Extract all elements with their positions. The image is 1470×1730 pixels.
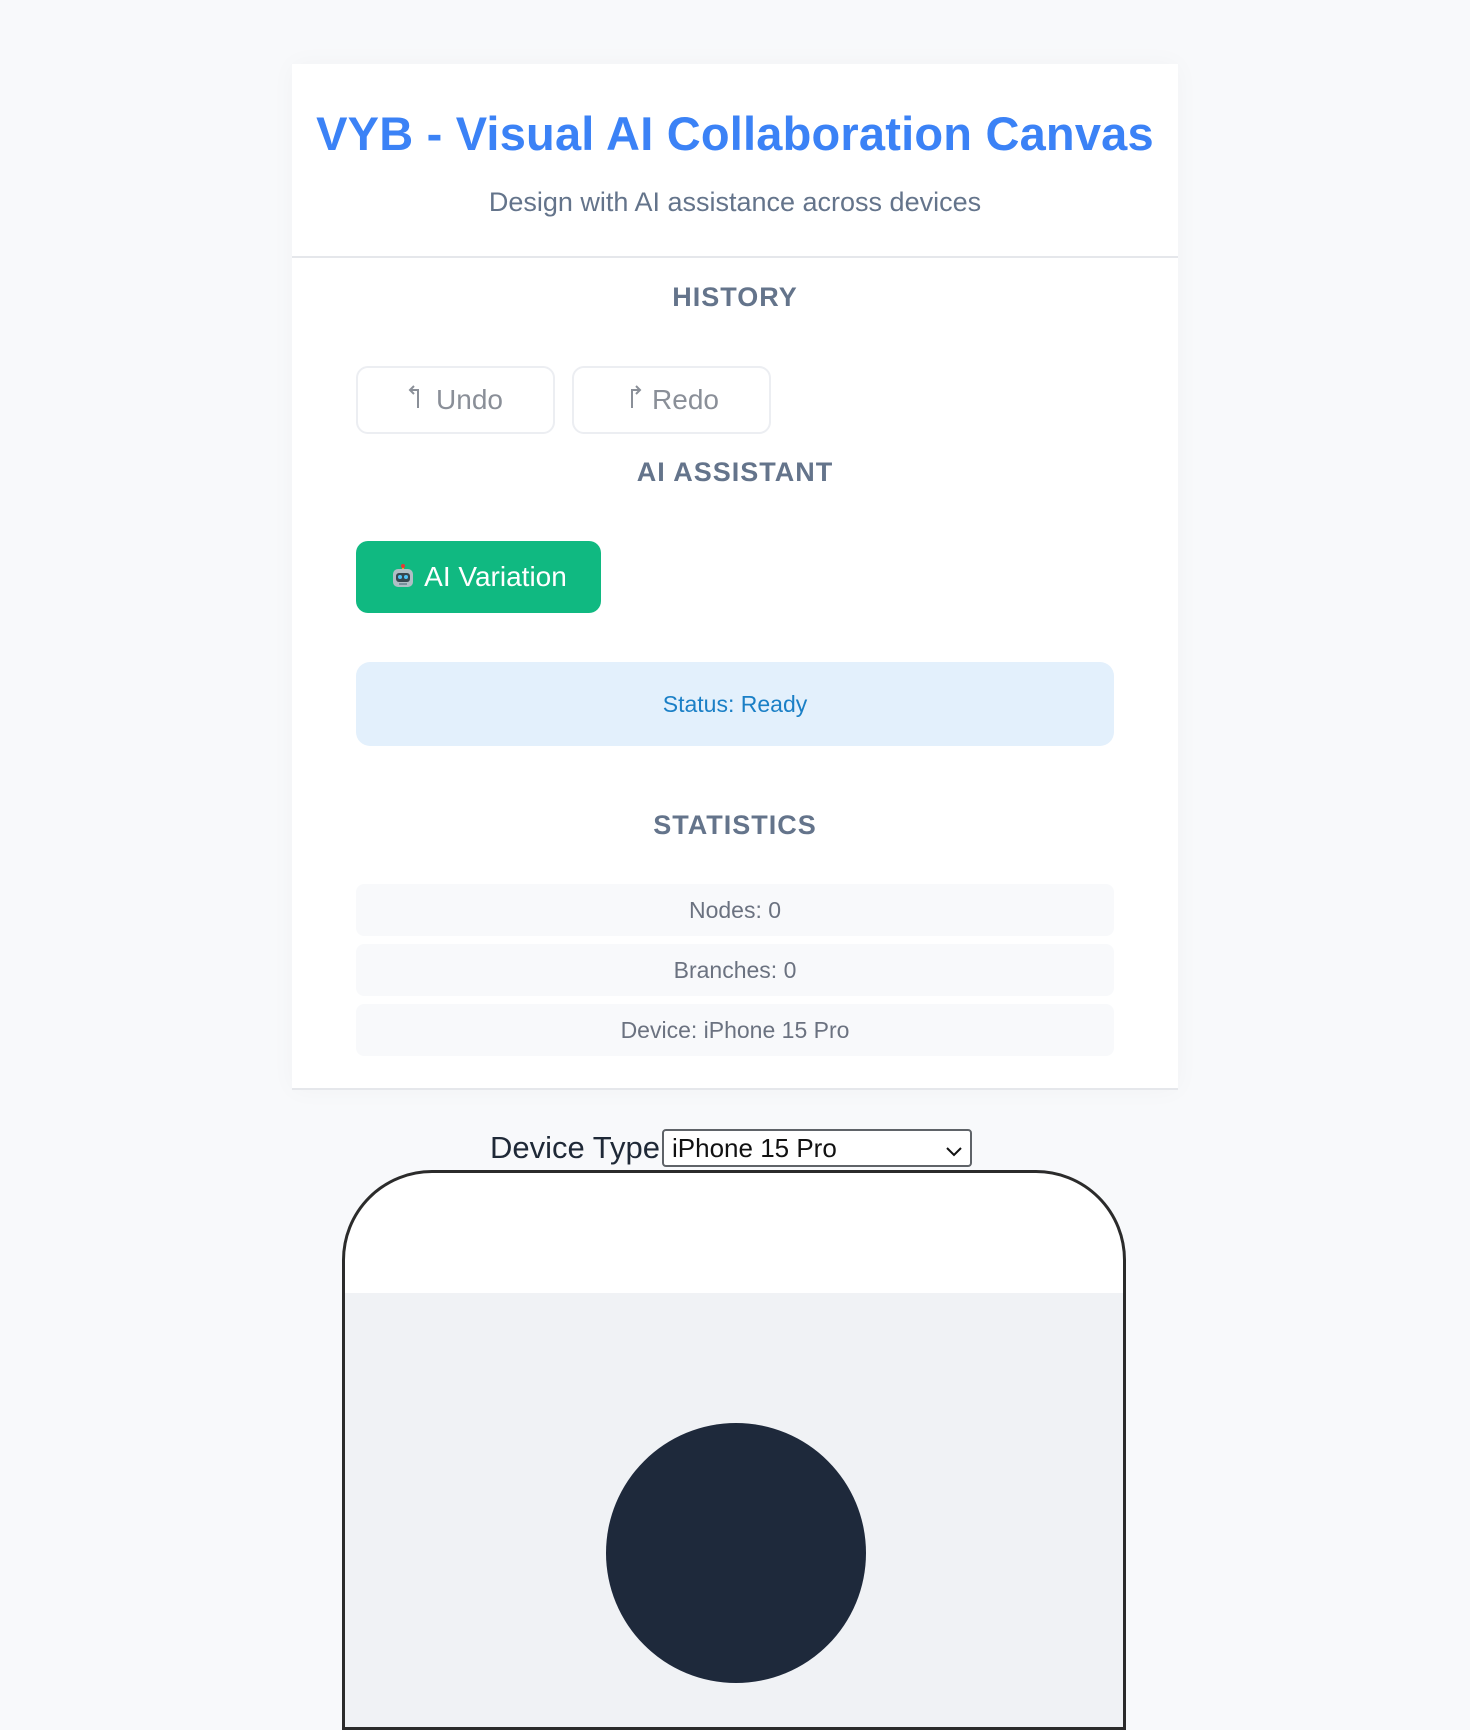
device-type-label: Device Type — [490, 1130, 661, 1165]
stat-branches: Branches: 0 — [356, 944, 1114, 996]
page-title: VYB - Visual AI Collaboration Canvas — [316, 107, 1154, 160]
panel-header: VYB - Visual AI Collaboration Canvas Des… — [292, 64, 1178, 258]
undo-button[interactable]: Undo — [356, 366, 555, 434]
redo-label: Redo — [652, 384, 719, 415]
chevron-down-icon — [946, 1133, 962, 1164]
ai-variation-label: AI Variation — [424, 561, 567, 592]
device-type-select[interactable]: iPhone 15 Pro — [662, 1129, 973, 1167]
history-heading: HISTORY — [672, 282, 798, 312]
statistics-heading: STATISTICS — [653, 810, 817, 840]
robot-icon — [390, 564, 416, 590]
stat-nodes: Nodes: 0 — [356, 884, 1114, 936]
page-subtitle: Design with AI assistance across devices — [488, 187, 982, 217]
redo-button[interactable]: Redo — [572, 366, 771, 434]
device-select-value: iPhone 15 Pro — [672, 1132, 837, 1163]
redo-arrow-icon — [624, 384, 642, 417]
panel-divider — [292, 1088, 1178, 1090]
undo-label: Undo — [436, 384, 503, 415]
canvas-area[interactable] — [345, 1293, 1123, 1727]
canvas-node[interactable] — [606, 1423, 866, 1683]
device-picker: Device Type iPhone 15 Pro — [490, 1128, 973, 1168]
device-frame — [342, 1170, 1126, 1730]
status-indicator: Status: Ready — [356, 662, 1114, 746]
stat-device: Device: iPhone 15 Pro — [356, 1004, 1114, 1056]
ai-variation-button[interactable]: AI Variation — [356, 541, 601, 613]
ai-assistant-heading: AI ASSISTANT — [636, 457, 834, 487]
undo-arrow-icon — [408, 384, 426, 417]
control-panel: VYB - Visual AI Collaboration Canvas Des… — [292, 64, 1178, 1090]
status-text: Status: Ready — [662, 690, 808, 717]
